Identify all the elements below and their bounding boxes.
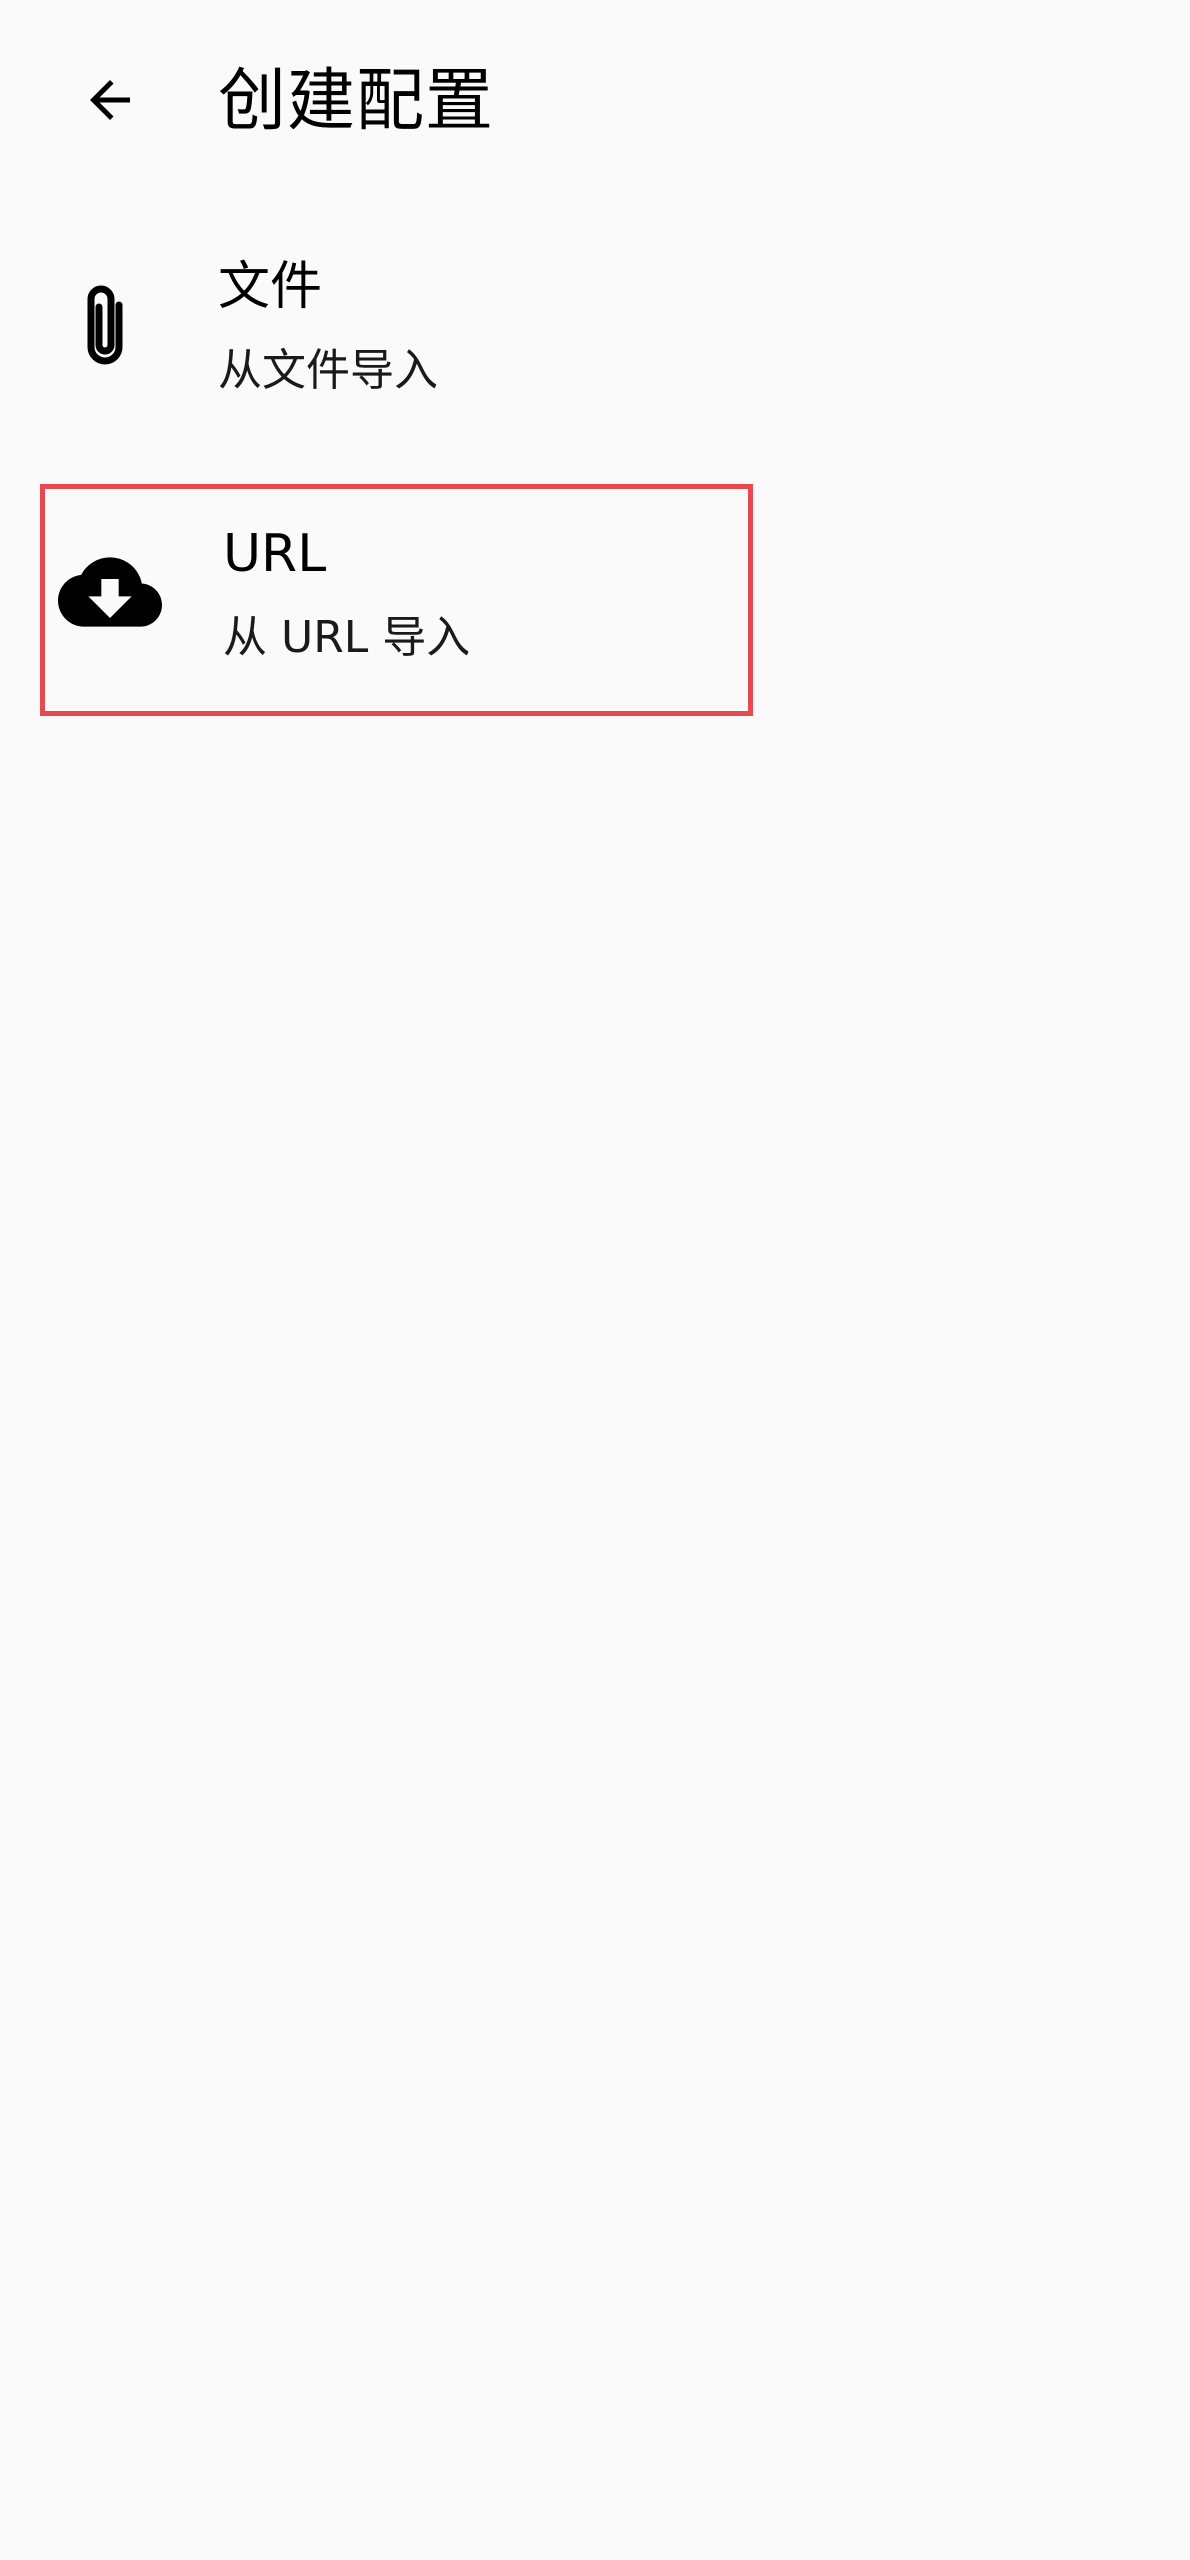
create-profile-screen: 创建配置 文件 从文件导入 URL 从 URL 导入 (0, 0, 1190, 2560)
paperclip-icon (50, 272, 160, 382)
import-from-url-option[interactable]: URL 从 URL 导入 (40, 484, 753, 716)
cloud-download-icon (55, 537, 165, 647)
arrow-back-icon (90, 80, 130, 120)
option-subtitle-url: 从 URL 导入 (223, 612, 471, 663)
back-button[interactable] (58, 48, 162, 152)
option-title-url: URL (223, 524, 327, 584)
option-subtitle-file: 从文件导入 (218, 345, 438, 396)
import-from-file-option[interactable]: 文件 从文件导入 (40, 212, 753, 444)
option-title-file: 文件 (218, 257, 323, 317)
page-title: 创建配置 (218, 62, 495, 141)
app-bar: 创建配置 (0, 0, 1190, 210)
